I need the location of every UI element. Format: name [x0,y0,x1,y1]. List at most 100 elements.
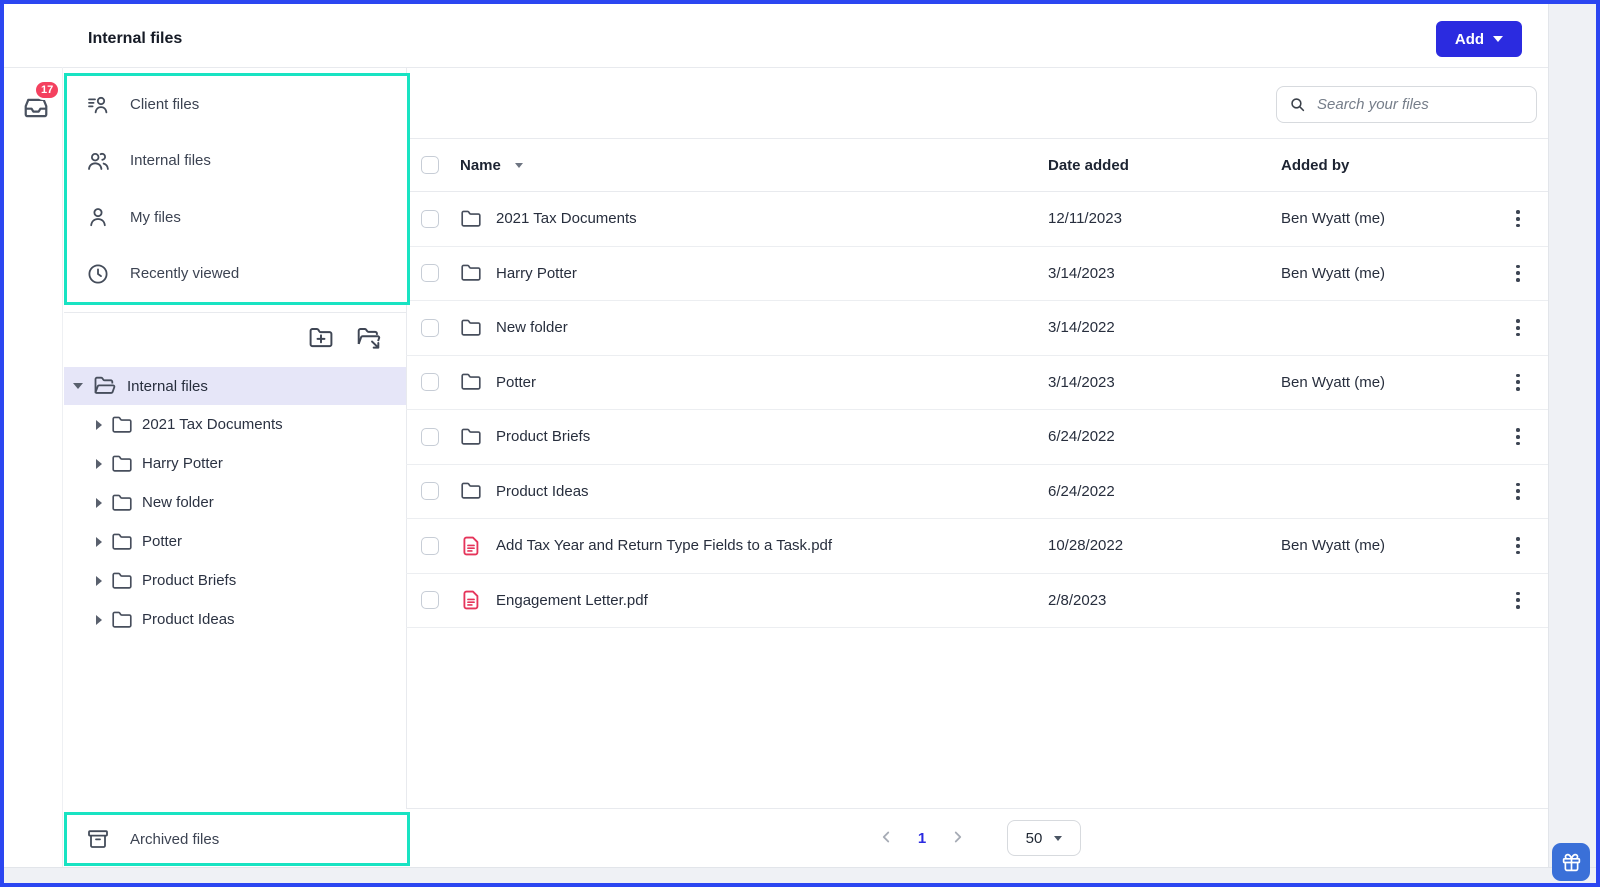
row-checkbox[interactable] [421,318,439,337]
column-header-name[interactable]: Name [460,157,523,174]
chevron-down-icon [1493,36,1504,42]
current-page[interactable]: 1 [909,830,935,847]
add-button[interactable]: Add [1436,21,1522,57]
file-name[interactable]: New folder [496,319,568,336]
archive-icon [86,827,110,851]
page-title: Internal files [88,30,183,47]
next-page-button[interactable] [945,825,971,851]
table-header: Name Date added Added by [406,138,1548,192]
sidebar-item-client-files[interactable]: Client files [67,76,407,133]
row-checkbox[interactable] [421,264,439,283]
search-input[interactable] [1276,86,1537,123]
sidebar-item-label: Client files [130,95,200,113]
table-row[interactable]: Harry Potter 3/14/2023 Ben Wyatt (me) [406,247,1548,301]
sidebar-item-my-files[interactable]: My files [67,189,407,246]
table-row[interactable]: Engagement Letter.pdf 2/8/2023 [406,574,1548,628]
my-files-icon [86,205,110,229]
folder-icon [460,426,482,448]
chevron-right-icon[interactable] [96,497,102,508]
file-name[interactable]: 2021 Tax Documents [496,210,637,227]
sidebar-item-recently-viewed[interactable]: Recently viewed [67,246,407,303]
file-name[interactable]: Potter [496,374,536,391]
select-all-checkbox[interactable] [421,156,439,174]
date-added-cell: 2/8/2023 [1048,591,1107,609]
row-menu-button[interactable] [1506,259,1530,287]
file-name[interactable]: Product Briefs [496,428,590,445]
table-row[interactable]: Add Tax Year and Return Type Fields to a… [406,519,1548,574]
chevron-right-icon[interactable] [96,458,102,469]
row-checkbox[interactable] [421,482,439,501]
search-icon [1289,96,1306,113]
column-header-added-by[interactable]: Added by [1281,157,1349,174]
header-divider [4,67,1548,68]
row-menu-button[interactable] [1506,423,1530,451]
inbox-button[interactable]: 17 [22,80,62,124]
tree-root-internal-files[interactable]: Internal files [64,367,406,405]
tree-folder-label: Product Ideas [142,611,235,628]
table-row[interactable]: 2021 Tax Documents 12/11/2023 Ben Wyatt … [406,192,1548,247]
date-added-cell: 3/14/2023 [1048,373,1115,391]
sidebar-item-archived-files[interactable]: Archived files [64,812,410,866]
sort-caret-icon[interactable] [514,162,523,168]
rewards-button[interactable] [1552,843,1590,881]
folder-icon [111,570,133,592]
sidebar-item-label: Recently viewed [130,265,240,283]
date-added-cell: 10/28/2022 [1048,537,1124,555]
folder-icon [111,414,133,436]
sidebar-left-border [62,67,63,867]
chevron-right-icon[interactable] [96,575,102,586]
date-added-cell: 6/24/2022 [1048,482,1115,500]
move-folder-button[interactable] [356,325,382,351]
chevron-down-icon[interactable] [73,383,83,389]
pdf-icon [460,589,482,611]
tree-folder[interactable]: 2021 Tax Documents [64,405,406,444]
tree-folder[interactable]: Product Ideas [64,600,406,639]
chevron-right-icon[interactable] [96,419,102,430]
pagination-bar: 1 50 [406,808,1548,867]
folder-icon [111,531,133,553]
row-menu-button[interactable] [1506,368,1530,396]
file-name[interactable]: Add Tax Year and Return Type Fields to a… [496,537,832,554]
chevron-right-icon [949,828,967,846]
chevron-right-icon[interactable] [96,614,102,625]
table-row[interactable]: Product Ideas 6/24/2022 [406,465,1548,519]
notification-badge: 17 [34,80,61,100]
folder-icon [111,492,133,514]
added-by-cell: Ben Wyatt (me) [1281,373,1386,391]
tree-folder[interactable]: Potter [64,522,406,561]
files-app: Internal files Add 17 Client files Inter… [0,0,1600,887]
tree-folder[interactable]: Harry Potter [64,444,406,483]
row-menu-button[interactable] [1506,532,1530,560]
chevron-right-icon[interactable] [96,536,102,547]
bottom-gutter [0,867,1600,887]
row-checkbox[interactable] [421,373,439,392]
row-checkbox[interactable] [421,591,439,610]
sidebar-item-internal-files[interactable]: Internal files [67,133,407,190]
date-added-cell: 12/11/2023 [1048,210,1122,228]
folder-plus-icon [308,325,334,351]
tree-folder[interactable]: New folder [64,483,406,522]
file-name[interactable]: Harry Potter [496,265,577,282]
date-added-cell: 3/14/2022 [1048,319,1115,337]
column-header-date-added[interactable]: Date added [1048,157,1129,174]
row-checkbox[interactable] [421,536,439,555]
file-name[interactable]: Engagement Letter.pdf [496,592,648,609]
row-checkbox[interactable] [421,209,439,228]
table-row[interactable]: New folder 3/14/2022 [406,301,1548,356]
new-folder-button[interactable] [308,325,334,351]
internal-files-icon [86,149,110,173]
previous-page-button[interactable] [873,825,899,851]
page-size-select[interactable]: 50 [1007,820,1081,856]
folder-icon [460,371,482,393]
row-menu-button[interactable] [1506,205,1530,233]
tree-folder[interactable]: Product Briefs [64,561,406,600]
row-checkbox[interactable] [421,427,439,446]
tree-folder-label: New folder [142,494,214,511]
table-row[interactable]: Product Briefs 6/24/2022 [406,410,1548,465]
row-menu-button[interactable] [1506,477,1530,505]
row-menu-button[interactable] [1506,314,1530,342]
file-name[interactable]: Product Ideas [496,483,589,500]
row-menu-button[interactable] [1506,586,1530,614]
sidebar-item-label: Internal files [130,152,211,170]
table-row[interactable]: Potter 3/14/2023 Ben Wyatt (me) [406,356,1548,410]
